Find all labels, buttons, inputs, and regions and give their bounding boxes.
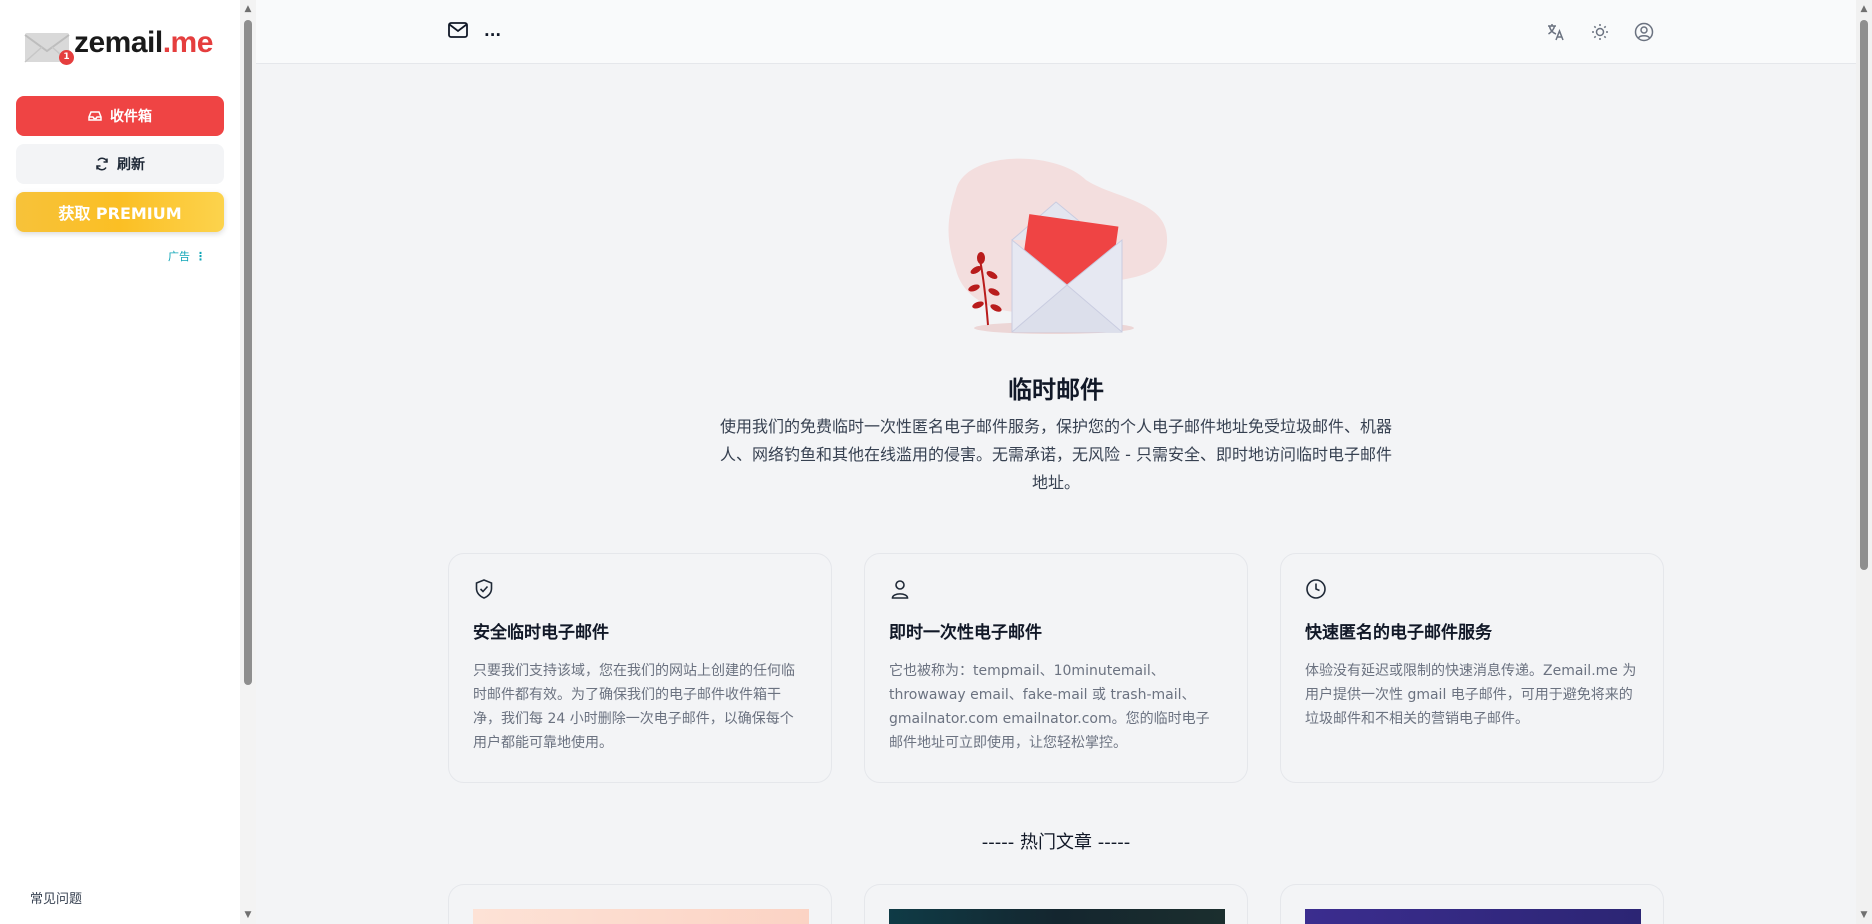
brand-name: zemail.me xyxy=(74,26,213,60)
notification-badge: 1 xyxy=(59,50,74,65)
inbox-icon xyxy=(88,110,102,122)
article-thumbnail[interactable] xyxy=(1305,909,1641,924)
ad-label-text: 广告 xyxy=(168,250,190,263)
refresh-button-label: 刷新 xyxy=(117,157,145,173)
shield-check-icon xyxy=(473,578,495,600)
logo[interactable]: 1 zemail.me xyxy=(24,26,224,70)
top-header: ... xyxy=(256,0,1856,64)
feature-title: 安全临时电子邮件 xyxy=(473,623,609,643)
hero-description: 使用我们的免费临时一次性匿名电子邮件服务，保护您的个人电子邮件地址免受垃圾邮件、… xyxy=(720,417,1393,492)
article-thumbnail[interactable] xyxy=(473,909,809,924)
article-card[interactable] xyxy=(1280,884,1664,924)
sidebar-scrollbar[interactable]: ▲ ▼ xyxy=(240,0,256,924)
faq-link[interactable]: 常见问题 xyxy=(30,888,82,907)
user-icon xyxy=(889,578,911,600)
refresh-icon xyxy=(95,157,109,171)
hero-title: 临时邮件 xyxy=(1008,376,1104,404)
article-card[interactable] xyxy=(864,884,1248,924)
feature-card-instant: 即时一次性电子邮件 它也被称为：tempmail、10minutemail、th… xyxy=(864,553,1248,783)
scroll-up-icon[interactable]: ▲ xyxy=(1859,4,1869,14)
scroll-down-icon[interactable]: ▼ xyxy=(1859,910,1869,920)
brand-name-main: zemail xyxy=(74,26,163,59)
feature-card-secure: 安全临时电子邮件 只要我们支持该域，您在我们的网站上创建的任何临时邮件都有效。为… xyxy=(448,553,832,783)
feature-text: 体验没有延迟或限制的快速消息传递。Zemail.me 为用户提供一次性 gmai… xyxy=(1305,663,1637,727)
more-vertical-icon: ⋮ xyxy=(195,249,206,263)
premium-button[interactable]: 获取 PREMIUM xyxy=(16,192,224,232)
premium-button-label: 获取 PREMIUM xyxy=(58,204,182,223)
main-scrollbar-thumb[interactable] xyxy=(1860,20,1868,570)
refresh-button[interactable]: 刷新 xyxy=(16,144,224,184)
brand-name-suffix: .me xyxy=(162,26,214,59)
clock-icon xyxy=(1305,578,1327,600)
main-scrollbar[interactable]: ▲ ▼ xyxy=(1856,0,1872,924)
ad-label[interactable]: 广告 ⋮ xyxy=(168,248,206,264)
email-address[interactable]: ... xyxy=(484,22,501,40)
feature-card-fast: 快速匿名的电子邮件服务 体验没有延迟或限制的快速消息传递。Zemail.me 为… xyxy=(1280,553,1664,783)
feature-text: 它也被称为：tempmail、10minutemail、throwaway em… xyxy=(889,663,1210,751)
inbox-button[interactable]: 收件箱 xyxy=(16,96,224,136)
inbox-button-label: 收件箱 xyxy=(110,109,152,125)
sidebar-scrollbar-thumb[interactable] xyxy=(244,20,252,685)
popular-articles-title: ----- 热门文章 ----- xyxy=(981,832,1131,853)
sun-icon[interactable] xyxy=(1590,22,1610,42)
scroll-down-icon[interactable]: ▼ xyxy=(243,910,253,920)
empty-inbox-illustration xyxy=(948,158,1168,334)
mail-icon xyxy=(448,22,468,42)
article-thumbnail[interactable] xyxy=(889,909,1225,924)
translate-icon[interactable] xyxy=(1546,22,1566,42)
feature-text: 只要我们支持该域，您在我们的网站上创建的任何临时邮件都有效。为了确保我们的电子邮… xyxy=(473,663,795,751)
feature-title: 即时一次性电子邮件 xyxy=(889,623,1042,643)
scroll-up-icon[interactable]: ▲ xyxy=(243,4,253,14)
sidebar: 1 zemail.me 收件箱 刷新 获取 PREMIUM 广告 ⋮ 常见问题 … xyxy=(0,0,256,924)
feature-title: 快速匿名的电子邮件服务 xyxy=(1305,623,1492,643)
user-circle-icon[interactable] xyxy=(1634,22,1654,42)
article-card[interactable] xyxy=(448,884,832,924)
